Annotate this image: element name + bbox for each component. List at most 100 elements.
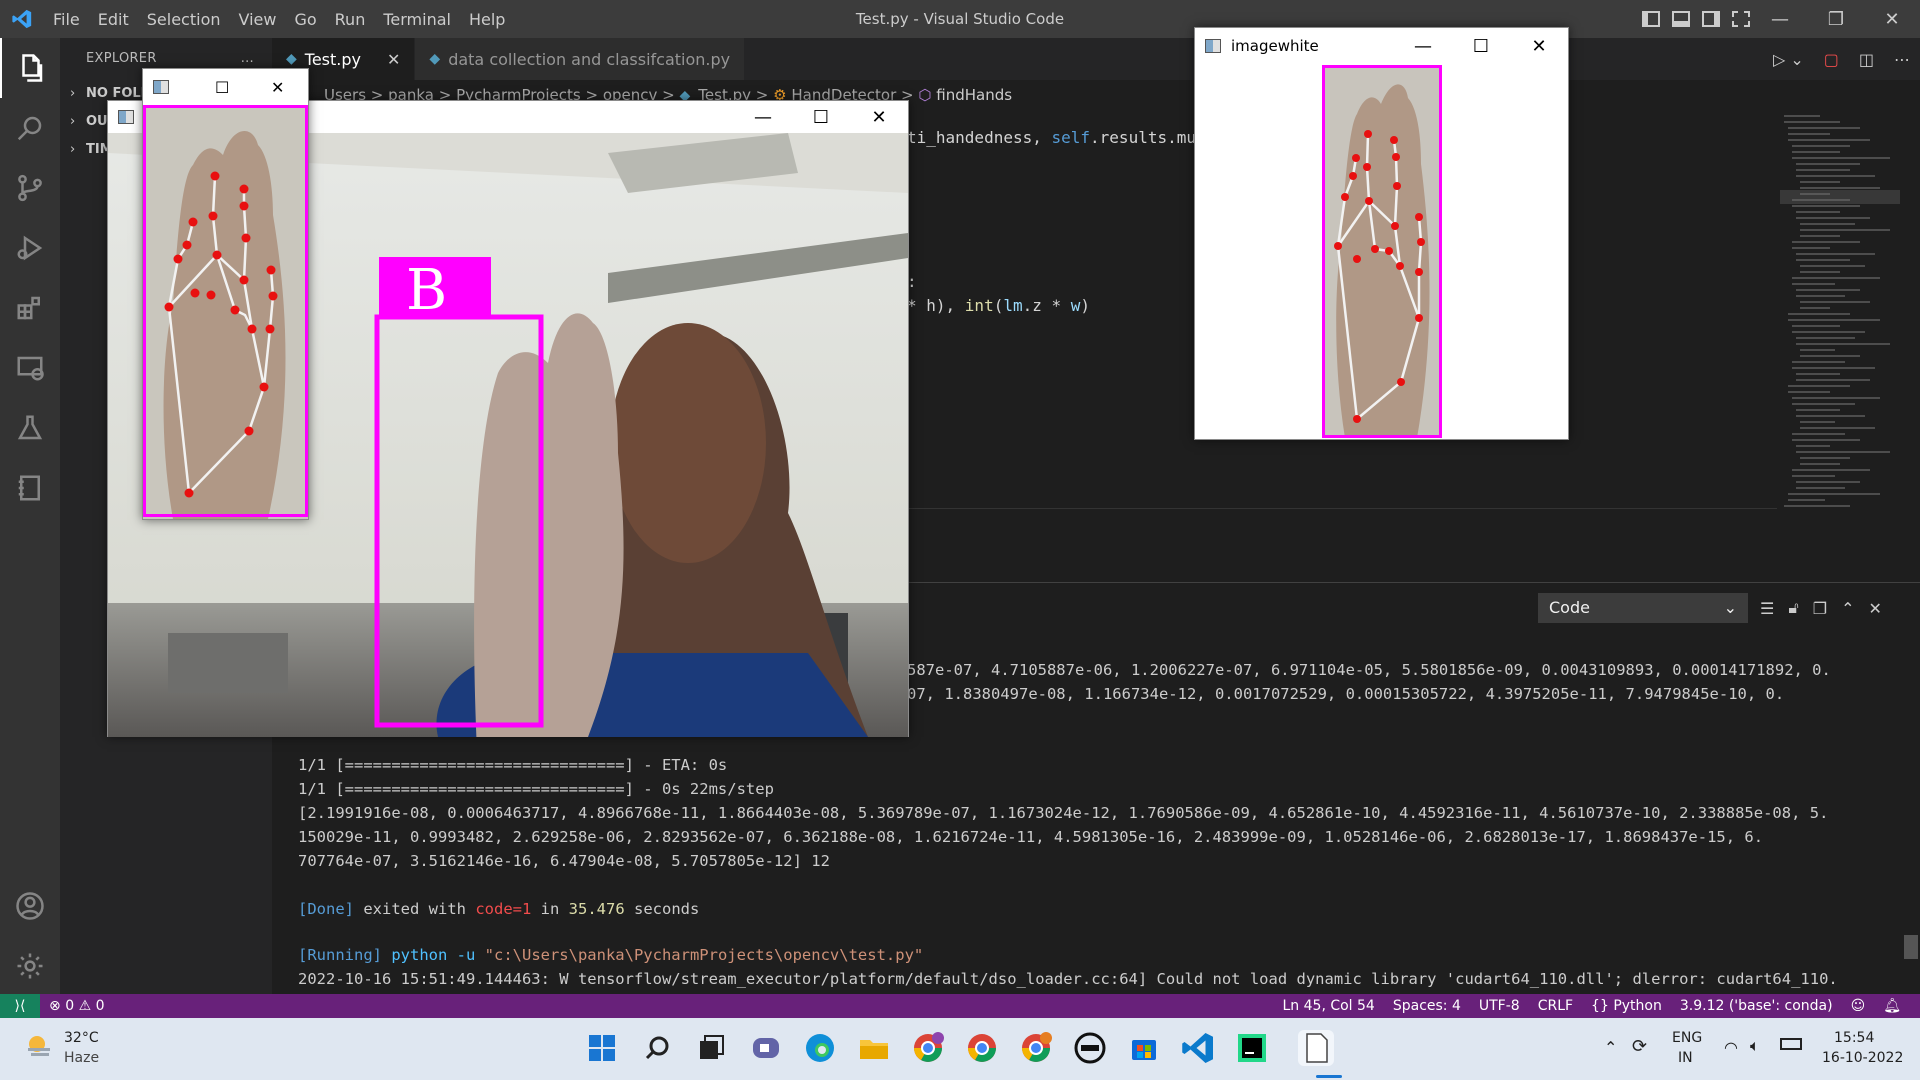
menu-terminal[interactable]: Terminal (374, 10, 460, 29)
cv-crop-maximize-icon[interactable]: ☐ (215, 78, 229, 97)
vscode-taskbar-icon[interactable] (1180, 1030, 1216, 1066)
battery-icon[interactable] (1780, 1038, 1802, 1050)
menu-file[interactable]: File (44, 10, 89, 29)
toggle-sidebar-icon[interactable] (1642, 11, 1660, 27)
more-actions-icon[interactable]: ⋯ (1894, 50, 1910, 69)
panel-scrollbar-thumb[interactable] (1904, 935, 1918, 959)
remote-explorer-icon[interactable] (0, 338, 60, 398)
menu-selection[interactable]: Selection (138, 10, 230, 29)
sync-icon[interactable]: ⟳ (1632, 1036, 1647, 1057)
clock-time[interactable]: 15:54 (1834, 1030, 1874, 1046)
output-line: 2022-10-16 15:51:49.144463: W tensorflow… (298, 970, 1838, 988)
weather-desc[interactable]: Haze (64, 1050, 99, 1066)
restore-icon[interactable]: ❐ (1808, 0, 1864, 38)
input-region[interactable]: IN (1678, 1050, 1693, 1066)
menu-edit[interactable]: Edit (89, 10, 138, 29)
chrome-profile-1-icon[interactable] (910, 1030, 946, 1066)
testing-icon[interactable] (0, 398, 60, 458)
problems-indicator[interactable]: ⊗ 0 ⚠ 0 (40, 998, 114, 1014)
explorer-icon[interactable] (0, 38, 60, 98)
code-line-handedness: ti_handedness, self.results.mu (907, 128, 1196, 147)
cv-maximize-icon[interactable]: ☐ (1452, 36, 1510, 57)
toggle-panel-icon[interactable] (1672, 11, 1690, 27)
editor-divider (907, 508, 1777, 509)
notifications-bell-icon[interactable]: 🔔︎ (1874, 998, 1910, 1014)
method-icon: ⬡ (918, 86, 932, 104)
edge-browser-icon[interactable] (802, 1030, 838, 1066)
line-ending[interactable]: CRLF (1529, 998, 1582, 1014)
breadcrumb-item[interactable]: findHands (936, 86, 1012, 104)
split-editor-icon[interactable]: ◫ (1859, 50, 1874, 69)
active-app-indicator (1316, 1075, 1342, 1078)
wifi-icon[interactable]: ◠ (1724, 1038, 1738, 1057)
minimap[interactable] (1780, 110, 1900, 530)
close-panel-icon[interactable]: ✕ (1868, 599, 1881, 618)
vscode-logo-icon (0, 0, 44, 38)
language-mode[interactable]: {} Python (1582, 998, 1671, 1014)
settings-gear-icon[interactable] (0, 936, 60, 996)
chevron-right-icon: › (70, 86, 76, 101)
code-line-lm-z: * h), int(lm.z * w) (907, 296, 1091, 315)
notepad-icon[interactable] (1298, 1030, 1334, 1066)
toggle-secondary-sidebar-icon[interactable] (1702, 11, 1720, 27)
cv-crop-titlebar[interactable]: ☐ ✕ (143, 69, 308, 105)
output-line: 1/1 [==============================] - E… (298, 756, 728, 774)
maximize-panel-icon[interactable]: ⌃ (1841, 599, 1854, 618)
lock-scroll-icon[interactable]: 🔓︎ (1788, 598, 1798, 618)
menu-run[interactable]: Run (326, 10, 375, 29)
cv-maximize-icon[interactable]: ☐ (792, 107, 850, 128)
python-interpreter[interactable]: 3.9.12 ('base': conda) (1671, 998, 1842, 1014)
windows-start-icon[interactable] (584, 1030, 620, 1066)
pycharm-icon[interactable] (1234, 1030, 1270, 1066)
editor-tabs: ◆ Test.py ✕ ◆ data collection and classi… (272, 38, 1920, 80)
run-debug-icon[interactable] (0, 218, 60, 278)
feedback-icon[interactable]: ☺ (1842, 998, 1875, 1014)
cv-minimize-icon[interactable]: — (734, 107, 792, 128)
opencv-crop-window[interactable]: ☐ ✕ (142, 68, 309, 520)
microsoft-store-icon[interactable] (1126, 1030, 1162, 1066)
show-hidden-icons-chevron-icon[interactable]: ⌃ (1604, 1038, 1617, 1057)
notebook-icon[interactable] (0, 458, 60, 518)
menu-view[interactable]: View (230, 10, 286, 29)
cursor-position[interactable]: Ln 45, Col 54 (1274, 998, 1384, 1014)
accounts-icon[interactable] (0, 876, 60, 936)
stop-icon[interactable]: ▢ (1824, 50, 1839, 69)
clock-date[interactable]: 16-10-2022 (1822, 1050, 1903, 1066)
output-channel-select[interactable]: Code ⌄ (1538, 593, 1748, 623)
cv-close-icon[interactable]: ✕ (1510, 36, 1568, 57)
cv-minimize-icon[interactable]: — (1394, 36, 1452, 57)
open-in-editor-icon[interactable]: ❐ (1813, 599, 1827, 618)
menu-help[interactable]: Help (460, 10, 514, 29)
volume-icon[interactable]: 🔈︎ (1750, 1036, 1760, 1056)
search-icon[interactable] (640, 1030, 676, 1066)
teams-chat-icon[interactable] (748, 1030, 784, 1066)
cv-crop-close-icon[interactable]: ✕ (271, 78, 284, 97)
menu-go[interactable]: Go (285, 10, 325, 29)
cv-imagewhite-title: imagewhite (1231, 37, 1319, 55)
close-icon[interactable]: ✕ (1864, 0, 1920, 38)
cv-imagewhite-titlebar[interactable]: imagewhite — ☐ ✕ (1195, 28, 1568, 64)
input-language[interactable]: ENG (1672, 1030, 1702, 1046)
layout-controls (1636, 0, 1756, 38)
search-icon[interactable] (0, 98, 60, 158)
tab-data-collection[interactable]: ◆ data collection and classifcation.py (415, 38, 746, 80)
tab-close-icon[interactable]: ✕ (387, 50, 400, 69)
extensions-icon[interactable] (0, 278, 60, 338)
encoding[interactable]: UTF-8 (1470, 998, 1529, 1014)
task-view-icon[interactable] (694, 1030, 730, 1066)
remote-indicator-icon[interactable]: ⟩⟨ (0, 994, 40, 1018)
opencv-imagewhite-window[interactable]: imagewhite — ☐ ✕ (1194, 27, 1569, 440)
clear-output-icon[interactable]: ☰ (1760, 599, 1774, 618)
cv-close-icon[interactable]: ✕ (850, 107, 908, 128)
chrome-profile-2-icon[interactable] (964, 1030, 1000, 1066)
indentation[interactable]: Spaces: 4 (1384, 998, 1470, 1014)
dell-icon[interactable] (1072, 1030, 1108, 1066)
file-explorer-icon[interactable] (856, 1030, 892, 1066)
source-control-icon[interactable] (0, 158, 60, 218)
panel-actions: ☰ 🔓︎ ❐ ⌃ ✕ (1760, 593, 1882, 623)
customize-layout-icon[interactable] (1732, 11, 1750, 27)
chrome-profile-3-icon[interactable] (1018, 1030, 1054, 1066)
run-python-file-icon[interactable]: ▷ ⌄ (1773, 50, 1804, 69)
minimize-icon[interactable]: — (1752, 0, 1808, 38)
weather-temp[interactable]: 32°C (64, 1030, 99, 1046)
